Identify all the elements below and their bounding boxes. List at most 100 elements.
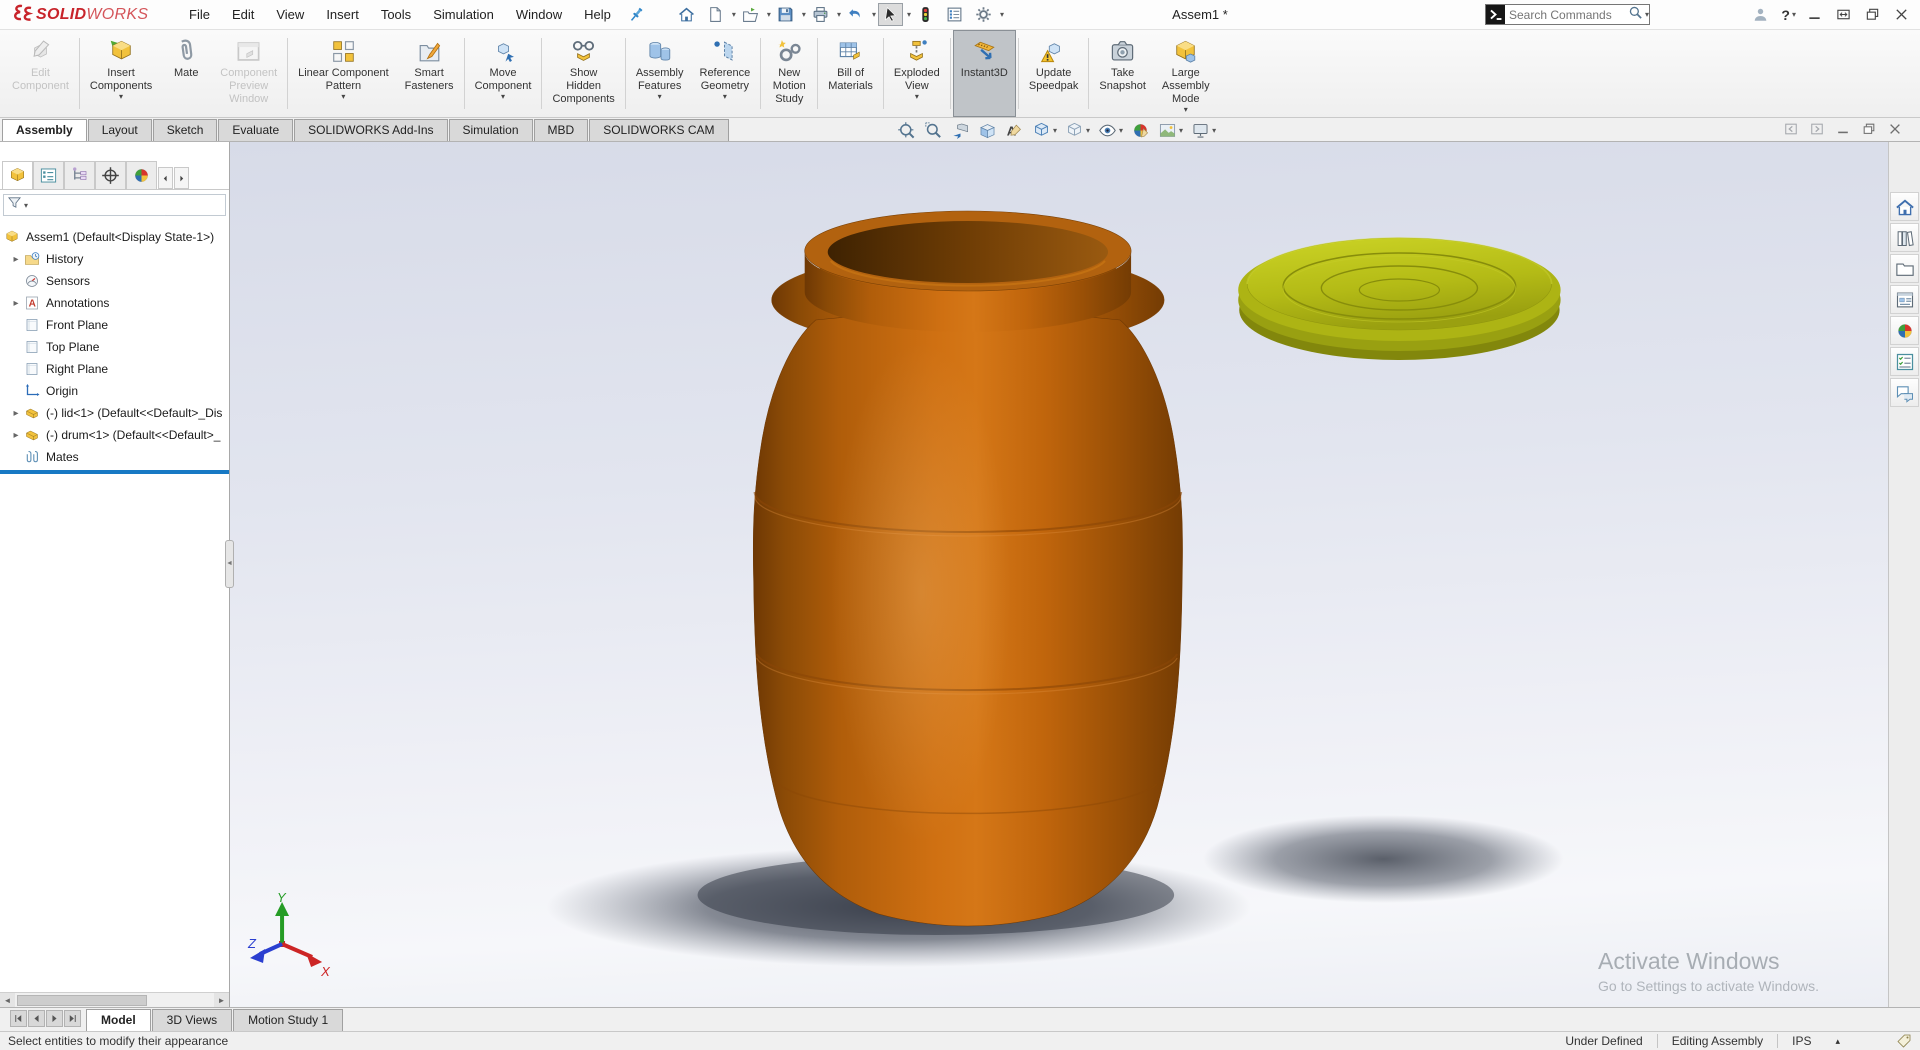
- insert-components-button[interactable]: InsertComponents▾: [82, 30, 160, 117]
- edit-appearance-button[interactable]: [1127, 120, 1154, 141]
- view-settings-button[interactable]: ▾: [1187, 120, 1220, 141]
- rebuild-traffic-light-button[interactable]: [913, 3, 938, 26]
- expand-arrow-icon[interactable]: ▸: [8, 408, 24, 419]
- search-input[interactable]: [1505, 8, 1628, 22]
- collapse-right-button[interactable]: [1804, 120, 1830, 138]
- panel-splitter-handle[interactable]: ◄: [225, 540, 234, 588]
- tree-item-plane[interactable]: Front Plane: [0, 314, 229, 336]
- tree-item-part[interactable]: ▸(-) drum<1> (Default<<Default>_: [0, 424, 229, 446]
- displaymanager-tab[interactable]: [126, 161, 157, 189]
- open-folder-dropdown-icon[interactable]: ▾: [767, 10, 771, 19]
- take-snapshot-button[interactable]: TakeSnapshot: [1091, 30, 1153, 117]
- update-speedpak-button[interactable]: UpdateSpeedpak: [1021, 30, 1087, 117]
- open-folder-button[interactable]: [738, 3, 763, 26]
- menu-help[interactable]: Help: [573, 2, 622, 27]
- tp-home-button[interactable]: [1890, 192, 1919, 221]
- display-style-dropdown-icon[interactable]: ▾: [1086, 126, 1090, 135]
- tab-mbd[interactable]: MBD: [534, 119, 589, 141]
- doc-close-button[interactable]: [1882, 120, 1908, 138]
- tp-library-button[interactable]: [1890, 223, 1919, 252]
- tree-split-bar[interactable]: [0, 470, 229, 474]
- dropdown-arrow-icon[interactable]: ▾: [723, 93, 727, 101]
- magnifier-icon[interactable]: [1628, 5, 1643, 25]
- help-dropdown-icon[interactable]: ▾: [1792, 10, 1796, 19]
- expand-arrow-icon[interactable]: ▸: [8, 298, 24, 309]
- tab-solidworks-cam[interactable]: SOLIDWORKS CAM: [589, 119, 728, 141]
- panel-scroll-left-icon[interactable]: [158, 167, 173, 189]
- lid-model[interactable]: [1238, 238, 1560, 360]
- zoom-area-button[interactable]: [920, 120, 947, 141]
- menu-simulation[interactable]: Simulation: [422, 2, 505, 27]
- previous-view-button[interactable]: [947, 120, 974, 141]
- menu-file[interactable]: File: [178, 2, 221, 27]
- tab-model[interactable]: Model: [86, 1009, 151, 1031]
- show-hidden-components-button[interactable]: ShowHiddenComponents: [544, 30, 622, 117]
- tp-explorer-button[interactable]: [1890, 254, 1919, 283]
- tree-item-plane[interactable]: Top Plane: [0, 336, 229, 358]
- tab-motion-study-1[interactable]: Motion Study 1: [233, 1009, 343, 1031]
- dropdown-arrow-icon[interactable]: ▾: [119, 93, 123, 101]
- featuremanager-tab[interactable]: [2, 161, 33, 189]
- menu-window[interactable]: Window: [505, 2, 573, 27]
- new-doc-dropdown-icon[interactable]: ▾: [732, 10, 736, 19]
- tree-item-annotations[interactable]: ▸AAnnotations: [0, 292, 229, 314]
- tree-item-mates[interactable]: Mates: [0, 446, 229, 468]
- tab-solidworks-add-ins[interactable]: SOLIDWORKS Add-Ins: [294, 119, 447, 141]
- apply-scene-button[interactable]: ▾: [1154, 120, 1187, 141]
- undo-button[interactable]: [843, 3, 868, 26]
- tree-item-part[interactable]: ▸(-) lid<1> (Default<<Default>_Dis: [0, 402, 229, 424]
- search-dropdown-icon[interactable]: ▾: [1645, 10, 1649, 19]
- collapse-left-button[interactable]: [1778, 120, 1804, 138]
- dropdown-arrow-icon[interactable]: ▾: [658, 93, 662, 101]
- dropdown-arrow-icon[interactable]: ▾: [1184, 106, 1188, 114]
- instant3d-button[interactable]: Instant3D: [953, 30, 1016, 117]
- expand-arrow-icon[interactable]: ▸: [8, 254, 24, 265]
- tree-item-assembly[interactable]: Assem1 (Default<Display State-1>): [0, 226, 229, 248]
- configurationmanager-tab[interactable]: [64, 161, 95, 189]
- tp-palette-button[interactable]: [1890, 285, 1919, 314]
- menu-view[interactable]: View: [265, 2, 315, 27]
- dropdown-arrow-icon[interactable]: ▾: [341, 93, 345, 101]
- tag-icon[interactable]: [1896, 1033, 1914, 1049]
- panel-horizontal-scrollbar[interactable]: ◄ ►: [0, 992, 229, 1007]
- print-dropdown-icon[interactable]: ▾: [837, 10, 841, 19]
- view-orientation-dropdown-icon[interactable]: ▾: [1053, 126, 1057, 135]
- section-view-button[interactable]: [974, 120, 1001, 141]
- propertymanager-tab[interactable]: [33, 161, 64, 189]
- tab-sketch[interactable]: Sketch: [153, 119, 218, 141]
- tp-props-button[interactable]: [1890, 347, 1919, 376]
- annotation-views-button[interactable]: A: [1001, 120, 1028, 141]
- tab-3d-views[interactable]: 3D Views: [152, 1009, 232, 1031]
- menu-insert[interactable]: Insert: [315, 2, 370, 27]
- nav-next-button[interactable]: [46, 1010, 63, 1027]
- view-orientation-button[interactable]: ▾: [1028, 120, 1061, 141]
- bill-of-materials-button[interactable]: Bill ofMaterials: [820, 30, 881, 117]
- status-editing-assembly[interactable]: Editing Assembly: [1658, 1034, 1777, 1048]
- help-icon[interactable]: ?: [1781, 7, 1790, 23]
- restore-button[interactable]: [1861, 5, 1883, 25]
- scroll-left-icon[interactable]: ◄: [0, 993, 15, 1007]
- save-button[interactable]: [773, 3, 798, 26]
- nav-prev-button[interactable]: [28, 1010, 45, 1027]
- tree-item-history[interactable]: ▸History: [0, 248, 229, 270]
- tp-appearance-button[interactable]: [1890, 316, 1919, 345]
- apply-scene-dropdown-icon[interactable]: ▾: [1179, 126, 1183, 135]
- tree-filter[interactable]: ▾: [3, 194, 226, 216]
- assembly-features-button[interactable]: AssemblyFeatures▾: [628, 30, 692, 117]
- drum-model[interactable]: [753, 211, 1182, 926]
- scrollbar-track[interactable]: [15, 994, 214, 1007]
- scrollbar-thumb[interactable]: [17, 995, 147, 1006]
- dropdown-arrow-icon[interactable]: ▾: [501, 93, 505, 101]
- status-ips[interactable]: IPS: [1778, 1034, 1825, 1048]
- print-button[interactable]: [808, 3, 833, 26]
- new-motion-study-button[interactable]: NewMotionStudy: [763, 30, 815, 117]
- select-cursor-dropdown-icon[interactable]: ▾: [907, 10, 911, 19]
- smart-fasteners-button[interactable]: SmartFasteners: [397, 30, 462, 117]
- display-style-button[interactable]: ▾: [1061, 120, 1094, 141]
- move-component-button[interactable]: MoveComponent▾: [467, 30, 540, 117]
- close-button[interactable]: [1890, 5, 1912, 25]
- tab-simulation[interactable]: Simulation: [449, 119, 533, 141]
- tab-layout[interactable]: Layout: [88, 119, 152, 141]
- mate-button[interactable]: Mate: [160, 30, 212, 117]
- menu-edit[interactable]: Edit: [221, 2, 265, 27]
